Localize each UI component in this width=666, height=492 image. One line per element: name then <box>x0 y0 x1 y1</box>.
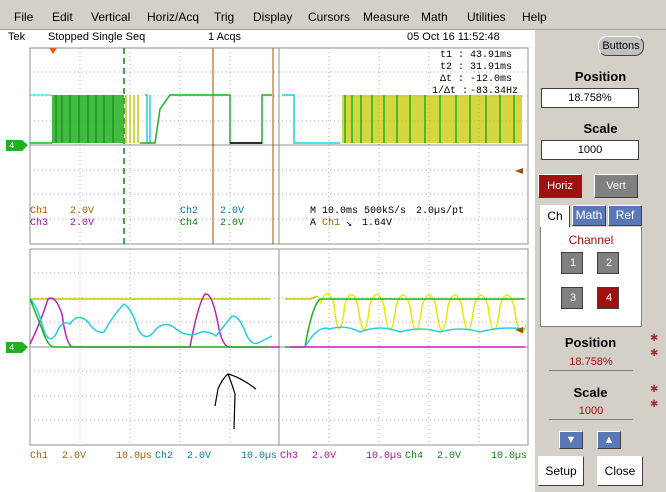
arrow-up-icon: ▲ <box>603 434 615 446</box>
ch1-label: Ch1 <box>30 206 49 217</box>
position2-value[interactable]: 18.758% <box>549 353 633 371</box>
cursor-t1-value: 43.91ms <box>470 50 513 61</box>
trigger-slope-icon: ↘ <box>346 219 353 230</box>
menu-cursors[interactable]: Cursors <box>308 10 350 24</box>
cursor-inv-label: 1/Δt : <box>432 86 469 97</box>
timebase-main: M 10.0ms 500kS/s <box>310 206 407 217</box>
acq-count: 1 Acqs <box>208 31 242 43</box>
acq-state: Stopped <box>48 31 89 43</box>
buttons-toggle-button[interactable]: Buttons <box>598 36 644 56</box>
channel-2-button[interactable]: 2 <box>597 252 619 274</box>
menu-edit[interactable]: Edit <box>52 10 73 24</box>
bottom-ch2-time: 10.0µs <box>241 451 278 462</box>
acq-mode: Single Seq <box>92 31 146 43</box>
waveform-canvas <box>0 47 535 492</box>
timebase-per-pt: 2.0µs/pt <box>416 206 465 217</box>
bottom-ch1-label[interactable]: Ch1 <box>30 451 48 462</box>
bottom-ch4-label[interactable]: Ch4 <box>405 451 423 462</box>
knob-indicator-icon: ✱ <box>650 348 659 359</box>
setup-button[interactable]: Setup <box>538 456 584 486</box>
status-bar: Tek Stopped Single Seq 1 Acqs 05 Oct 16 … <box>0 30 535 44</box>
ch2-label: Ch2 <box>180 206 199 217</box>
tab-ref[interactable]: Ref <box>608 205 642 226</box>
tab-ch[interactable]: Ch <box>540 205 570 227</box>
channel-4-button[interactable]: 4 <box>597 287 619 309</box>
bottom-ch3-time: 10.0µs <box>366 451 403 462</box>
arrow-down-icon: ▼ <box>565 434 577 446</box>
ch4-marker-label-bottom: 4 <box>9 343 15 353</box>
cursor-t2-value: 31.91ms <box>470 62 513 73</box>
bottom-ch4-scale: 2.0V <box>437 451 462 462</box>
knob-indicator-icon: ✱ <box>650 399 659 410</box>
tab-math[interactable]: Math <box>572 205 606 226</box>
bottom-ch1-scale: 2.0V <box>62 451 87 462</box>
scale-title: Scale <box>583 121 618 136</box>
trigger-level: 1.64V <box>362 218 393 229</box>
position-value[interactable]: 18.758% <box>541 88 639 108</box>
trigger-prefix: A <box>310 218 317 229</box>
bottom-ch2-scale: 2.0V <box>187 451 212 462</box>
ch4-marker-label-top: 4 <box>9 141 15 151</box>
ch4-label: Ch4 <box>180 218 199 229</box>
channel-3-label: 3 <box>570 292 577 304</box>
waveform-display[interactable]: 4 4 t1 : 43.91ms t2 : 31.91ms Δt : -12.0… <box>0 44 535 492</box>
ch3-label: Ch3 <box>30 218 49 229</box>
scale2-title: Scale <box>573 385 608 400</box>
menu-measure[interactable]: Measure <box>363 10 410 24</box>
position2-title: Position <box>564 335 617 350</box>
trigger-channel: Ch1 <box>322 218 341 229</box>
channel-2-label: 2 <box>606 257 613 269</box>
ch4-scale: 2.0V <box>220 218 245 229</box>
bottom-ch4-time: 10.0µs <box>491 451 528 462</box>
control-panel: Buttons Position 18.758% Scale 1000 Hori… <box>535 30 666 492</box>
scale-up-button[interactable]: ▲ <box>597 431 621 449</box>
menu-bar: File Edit Vertical Horiz/Acq Trig Displa… <box>0 0 666 30</box>
menu-utilities[interactable]: Utilities <box>467 10 506 24</box>
scale-down-button[interactable]: ▼ <box>559 431 583 449</box>
menu-vertical[interactable]: Vertical <box>91 10 130 24</box>
menu-horiz-acq[interactable]: Horiz/Acq <box>147 10 199 24</box>
bottom-ch3-scale: 2.0V <box>312 451 337 462</box>
date-time: 05 Oct 16 11:52:48 <box>407 31 500 43</box>
channel-tab-body: Channel 1 2 3 4 <box>540 227 642 327</box>
bottom-ch2-label[interactable]: Ch2 <box>155 451 173 462</box>
ch4-marker-arrow-top <box>22 140 28 151</box>
horiz-button[interactable]: Horiz <box>538 174 582 198</box>
channel-1-label: 1 <box>570 257 577 269</box>
knob-indicator-icon: ✱ <box>650 333 659 344</box>
menu-math[interactable]: Math <box>421 10 448 24</box>
brand-label: Tek <box>8 31 26 43</box>
menu-display[interactable]: Display <box>253 10 292 24</box>
knob-indicator-icon: ✱ <box>650 384 659 395</box>
vert-button[interactable]: Vert <box>594 174 638 198</box>
scale2-value[interactable]: 1000 <box>549 402 633 420</box>
menu-trig[interactable]: Trig <box>214 10 234 24</box>
bottom-ch1-time: 10.0µs <box>116 451 153 462</box>
position-title: Position <box>574 69 627 84</box>
ch4-marker-arrow-bottom <box>22 342 28 353</box>
channel-1-button[interactable]: 1 <box>561 252 583 274</box>
ch3-scale: 2.0V <box>70 218 95 229</box>
menu-help[interactable]: Help <box>522 10 547 24</box>
scale-value[interactable]: 1000 <box>541 140 639 160</box>
menu-file[interactable]: File <box>14 10 33 24</box>
channel-3-button[interactable]: 3 <box>561 287 583 309</box>
ch1-scale: 2.0V <box>70 206 95 217</box>
bottom-ch3-label[interactable]: Ch3 <box>280 451 298 462</box>
cursor-t2-label: t2 : <box>440 62 465 73</box>
cursor-inv-value: -83.34Hz <box>470 86 519 97</box>
cursor-dt-label: Δt : <box>440 74 465 85</box>
channel-4-label: 4 <box>606 292 613 304</box>
cursor-dt-value: -12.0ms <box>470 74 513 85</box>
channel-title: Channel <box>568 233 614 247</box>
ch2-scale: 2.0V <box>220 206 245 217</box>
cursor-t1-label: t1 : <box>440 50 465 61</box>
close-button[interactable]: Close <box>597 456 643 486</box>
